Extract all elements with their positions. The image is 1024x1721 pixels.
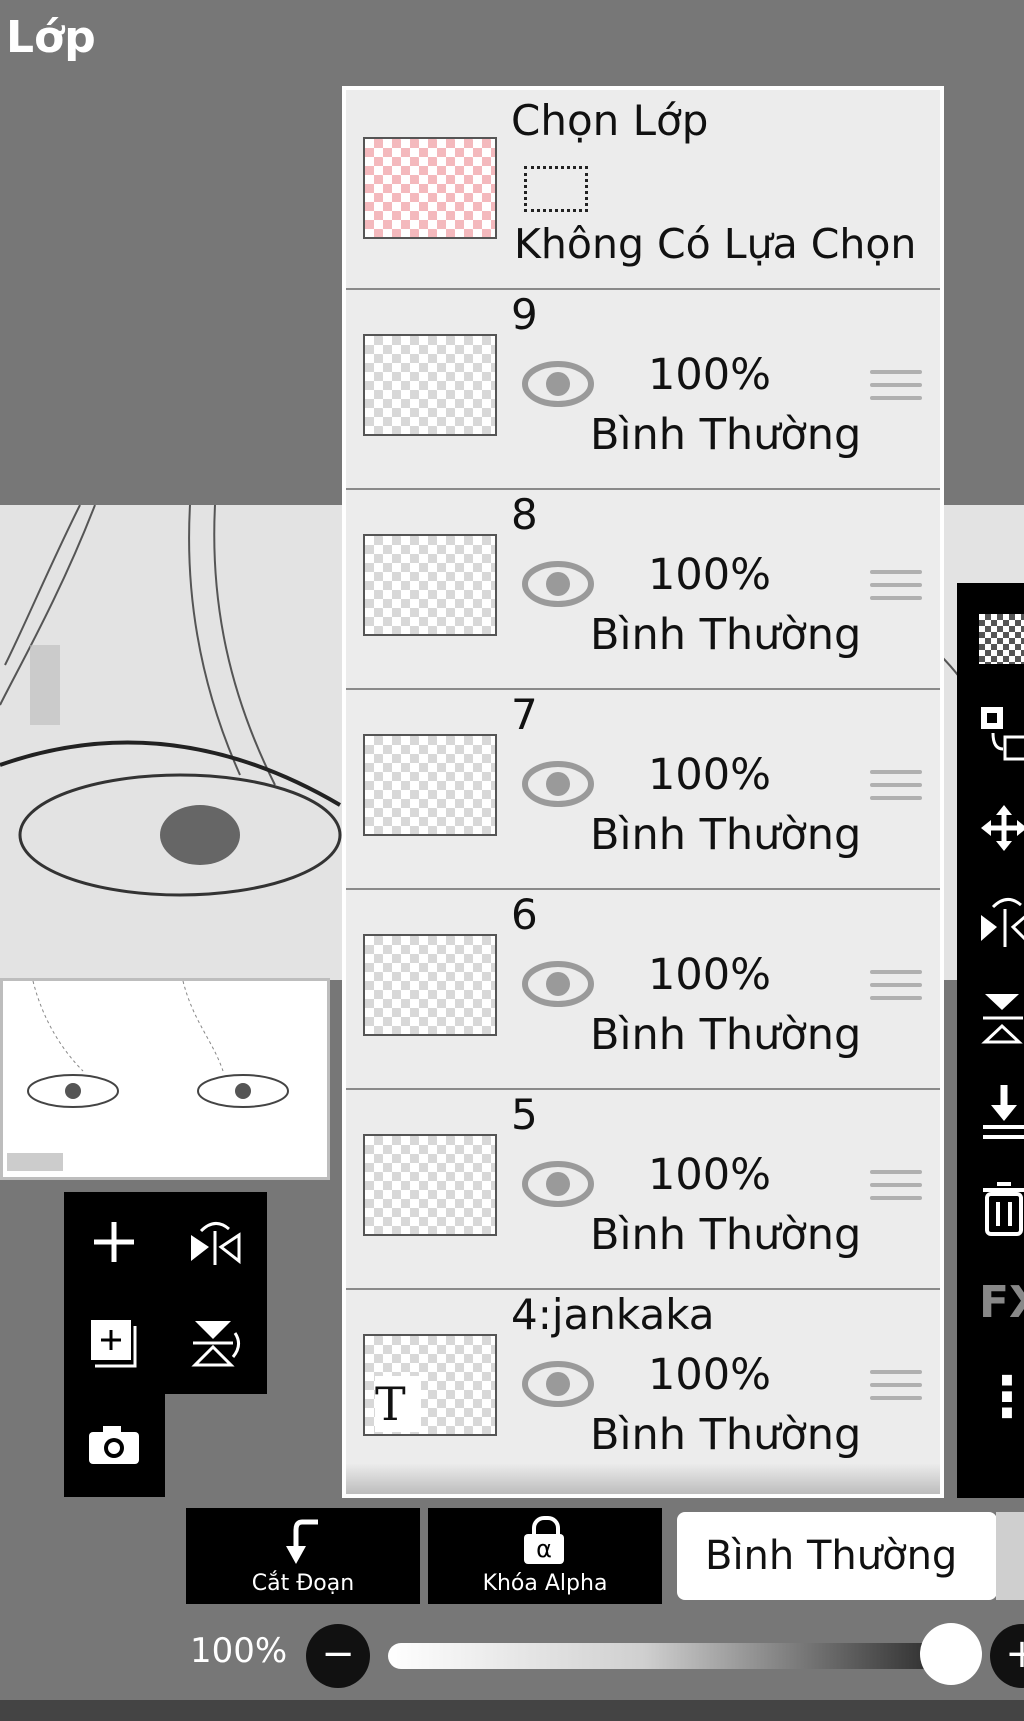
layer-row[interactable]: T 4:jankaka 100% Bình Thường	[346, 1290, 940, 1494]
delete-layer-button[interactable]	[957, 1160, 1024, 1255]
text-layer-glyph: T	[375, 1376, 421, 1432]
selection-title: Chọn Lớp	[511, 96, 709, 145]
page-title: Lớp	[6, 12, 96, 63]
merge-down-button[interactable]	[957, 1065, 1024, 1160]
right-toolbar: FX ⋮	[957, 583, 1024, 1498]
canvas-preview	[0, 978, 330, 1180]
layer-opacity: 100%	[648, 750, 771, 800]
drag-handle-icon[interactable]	[870, 1370, 922, 1409]
add-layer-copy-button[interactable]	[64, 1293, 164, 1393]
opacity-decrease-button[interactable]: −	[306, 1624, 370, 1688]
eye-icon[interactable]	[522, 760, 594, 808]
layer-thumbnail	[363, 934, 497, 1036]
layer-blend-mode: Bình Thường	[590, 410, 862, 460]
clipping-label: Cắt Đoạn	[251, 1571, 355, 1596]
layer-panel: Chọn Lớp Không Có Lựa Chọn 9 100% Bình T…	[342, 86, 944, 1498]
layer-name: 9	[511, 290, 538, 339]
selection-thumbnail	[363, 137, 497, 239]
layer-name: 4:jankaka	[511, 1290, 715, 1339]
flip-horizontal-button[interactable]	[165, 1192, 265, 1292]
plus-icon	[94, 1222, 134, 1262]
camera-icon	[89, 1426, 139, 1464]
opacity-label: 100%	[190, 1631, 288, 1671]
left-toolbar-camera	[64, 1394, 165, 1497]
alpha-lock-button[interactable]: α Khóa Alpha	[428, 1508, 662, 1604]
layer-blend-mode: Bình Thường	[590, 1410, 862, 1460]
layer-opacity: 100%	[648, 950, 771, 1000]
eye-icon[interactable]	[522, 560, 594, 608]
layer-thumbnail	[363, 334, 497, 436]
opacity-increase-button[interactable]: +	[990, 1624, 1024, 1688]
blend-mode-dropdown-arrow[interactable]	[996, 1512, 1024, 1600]
fx-button[interactable]: FX	[957, 1255, 1024, 1350]
flip-horizontal-arrow-icon	[981, 897, 1024, 947]
layer-name: 8	[511, 490, 538, 539]
select-transform-button[interactable]	[957, 685, 1024, 780]
marquee-icon	[524, 166, 588, 212]
camera-button[interactable]	[64, 1394, 164, 1494]
checkerboard-icon	[979, 613, 1024, 664]
layer-row[interactable]: 8 100% Bình Thường	[346, 490, 940, 688]
drag-handle-icon[interactable]	[870, 570, 922, 609]
layer-blend-mode: Bình Thường	[590, 810, 862, 860]
layer-row[interactable]: 6 100% Bình Thường	[346, 890, 940, 1088]
opacity-slider[interactable]	[388, 1643, 958, 1669]
flip-horizontal-right-button[interactable]	[957, 875, 1024, 970]
layer-blend-mode: Bình Thường	[590, 1010, 862, 1060]
move-button[interactable]	[957, 780, 1024, 875]
opacity-slider-handle[interactable]	[920, 1623, 982, 1685]
layer-opacity: 100%	[648, 1150, 771, 1200]
layer-thumbnail	[363, 534, 497, 636]
drag-handle-icon[interactable]	[870, 970, 922, 1009]
transparency-button[interactable]	[957, 591, 1024, 686]
layer-opacity: 100%	[648, 1350, 771, 1400]
layer-blend-mode: Bình Thường	[590, 1210, 862, 1260]
layer-thumbnail	[363, 734, 497, 836]
lock-icon: α	[524, 1516, 564, 1564]
flip-vertical-arrow-icon	[981, 993, 1023, 1043]
move-icon	[981, 804, 1024, 851]
drag-handle-icon[interactable]	[870, 1170, 922, 1209]
flip-vertical-right-button[interactable]	[957, 970, 1024, 1065]
layer-thumbnail	[363, 1134, 497, 1236]
drag-handle-icon[interactable]	[870, 770, 922, 809]
layer-name: 6	[511, 890, 538, 939]
drag-handle-icon[interactable]	[870, 370, 922, 409]
layer-row[interactable]: 5 100% Bình Thường	[346, 1090, 940, 1288]
eye-icon[interactable]	[522, 1160, 594, 1208]
flip-vertical-button[interactable]	[165, 1293, 265, 1393]
flip-horizontal-icon	[191, 1222, 241, 1265]
bottom-strip	[0, 1700, 1024, 1721]
left-toolbar	[64, 1192, 267, 1394]
clipping-button[interactable]: Cắt Đoạn	[186, 1508, 420, 1604]
flip-vertical-icon	[191, 1321, 240, 1367]
layer-row[interactable]: 9 100% Bình Thường	[346, 290, 940, 488]
layer-thumbnail: T	[363, 1334, 497, 1436]
merge-down-icon	[983, 1084, 1024, 1139]
layer-row[interactable]: 7 100% Bình Thường	[346, 690, 940, 888]
alpha-lock-label: Khóa Alpha	[482, 1571, 608, 1596]
layer-name: 5	[511, 1090, 538, 1139]
eye-icon[interactable]	[522, 960, 594, 1008]
select-transform-icon	[981, 706, 1024, 760]
eye-icon[interactable]	[522, 360, 594, 408]
blend-mode-select[interactable]: Bình Thường	[677, 1512, 997, 1600]
eye-icon[interactable]	[522, 1360, 594, 1408]
add-layer-button[interactable]	[64, 1192, 164, 1292]
layer-add-icon	[91, 1320, 137, 1368]
layer-name: 7	[511, 690, 538, 739]
layer-blend-mode: Bình Thường	[590, 610, 862, 660]
trash-icon	[983, 1181, 1024, 1236]
selection-layer-row[interactable]: Chọn Lớp Không Có Lựa Chọn	[346, 90, 940, 288]
more-options-icon[interactable]: ⋮	[957, 1350, 1024, 1445]
layer-opacity: 100%	[648, 350, 771, 400]
layer-opacity: 100%	[648, 550, 771, 600]
selection-status: Không Có Lựa Chọn	[514, 220, 917, 268]
clip-arrow-icon	[286, 1519, 318, 1564]
